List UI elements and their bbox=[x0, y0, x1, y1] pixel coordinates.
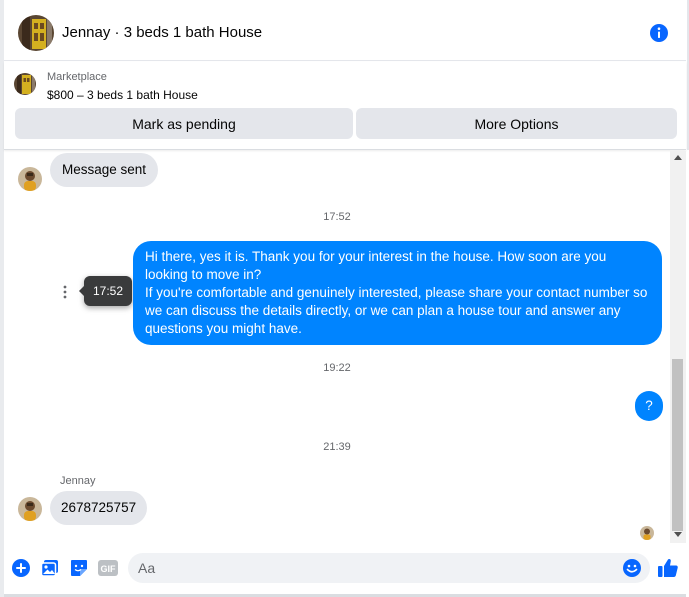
thumbs-up-icon[interactable] bbox=[656, 556, 680, 580]
message-timestamp: 19:22 bbox=[323, 362, 351, 374]
message-input[interactable] bbox=[128, 553, 650, 583]
more-options-button[interactable]: More Options bbox=[356, 108, 677, 139]
emoji-icon[interactable] bbox=[622, 558, 642, 578]
header-avatar[interactable] bbox=[18, 15, 54, 51]
mark-as-pending-button[interactable]: Mark as pending bbox=[15, 108, 353, 139]
scroll-up-arrow-icon[interactable] bbox=[674, 155, 682, 160]
message-timestamp: 21:39 bbox=[323, 441, 351, 453]
contact-avatar[interactable] bbox=[18, 497, 42, 521]
seen-receipt-avatar bbox=[640, 526, 654, 540]
listing-title[interactable]: $800 – 3 beds 1 bath House bbox=[47, 88, 198, 102]
message-bubble-outgoing[interactable]: Hi there, yes it is. Thank you for your … bbox=[133, 241, 662, 345]
message-scrollbar[interactable] bbox=[670, 151, 686, 543]
gif-icon[interactable]: GIF bbox=[97, 558, 119, 578]
message-bubble-outgoing[interactable]: ? bbox=[635, 391, 663, 421]
timestamp-tooltip: 17:52 bbox=[79, 276, 132, 306]
svg-text:GIF: GIF bbox=[101, 564, 117, 574]
sender-name: Jennay bbox=[60, 475, 96, 487]
photo-icon[interactable] bbox=[40, 558, 60, 578]
marketplace-listing-bar: Marketplace $800 – 3 beds 1 bath House M… bbox=[4, 62, 686, 150]
message-composer: GIF bbox=[4, 548, 686, 594]
conversation-title[interactable]: Jennay · 3 beds 1 bath House bbox=[62, 24, 262, 41]
info-icon[interactable] bbox=[649, 23, 669, 43]
marketplace-label: Marketplace bbox=[47, 71, 107, 83]
plus-icon[interactable] bbox=[11, 558, 31, 578]
message-bubble-incoming[interactable]: Message sent bbox=[50, 153, 159, 187]
listing-thumbnail[interactable] bbox=[14, 73, 36, 95]
message-bubble-incoming[interactable]: 2678725757 bbox=[50, 491, 148, 525]
sticker-icon[interactable] bbox=[69, 558, 89, 578]
scroll-down-arrow-icon[interactable] bbox=[674, 532, 682, 537]
more-dots-icon[interactable] bbox=[60, 284, 70, 300]
message-timestamp: 17:52 bbox=[323, 211, 351, 223]
conversation-header: Jennay · 3 beds 1 bath House bbox=[4, 5, 686, 61]
contact-avatar[interactable] bbox=[18, 167, 42, 191]
